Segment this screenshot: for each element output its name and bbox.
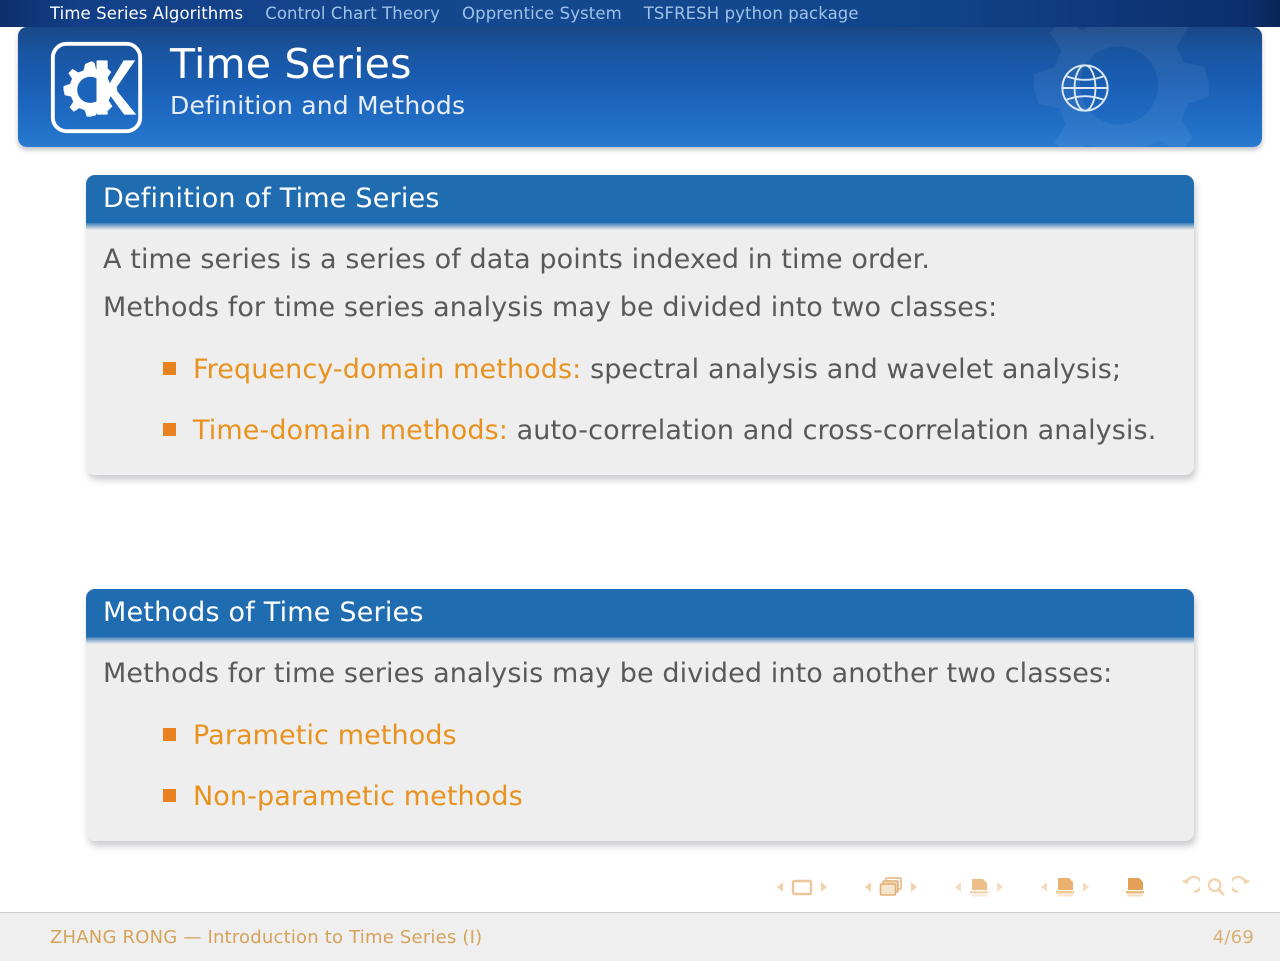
list-item-highlight: Non-parametic methods [193,781,523,813]
next-triangle-icon[interactable] [995,880,1006,894]
block-title-definition: Definition of Time Series [86,175,1194,224]
bullet-list-methods: Parametic methods Non-parametic methods [103,712,1172,821]
list-item-highlight: Time-domain methods: [193,415,508,447]
list-item: Time-domain methods: auto-correlation an… [163,407,1172,454]
section-navigation-bar: Time Series Algorithms Control Chart The… [0,0,1280,27]
header-text-group: Time Series Definition and Methods [170,39,1022,121]
slide-title: Time Series [170,40,412,88]
section-navigation-group [1038,876,1092,898]
search-icon[interactable] [1205,876,1227,898]
list-item-rest: spectral analysis and wavelet analysis; [581,354,1122,386]
footer-page-number: 4/69 [1212,926,1254,948]
slide-footer: ZHANG RONG — Introduction to Time Series… [0,912,1280,961]
list-item-highlight: Parametic methods [193,720,457,752]
list-item-rest: auto-correlation and cross-correlation a… [507,415,1157,447]
block-body-methods: Methods for time series analysis may be … [86,644,1194,841]
slide-navigation-group [774,877,830,897]
prev-triangle-icon[interactable] [1038,880,1049,894]
nav-section-time-series-algorithms[interactable]: Time Series Algorithms [50,4,243,23]
nav-section-tsfresh-python-package[interactable]: TSFRESH python package [644,4,859,23]
slide-subtitle: Definition and Methods [170,91,466,121]
block-body-definition: A time series is a series of data points… [86,230,1194,475]
bullet-square-icon [163,423,176,437]
block-methods-of-time-series: Methods of Time Series Methods for time … [86,589,1194,841]
paragraph: A time series is a series of data points… [103,244,931,276]
list-item: Frequency-domain methods: spectral analy… [163,346,1172,393]
bullet-square-icon [163,362,176,376]
subsection-icon[interactable] [968,876,990,898]
document-icon[interactable] [1124,876,1146,898]
history-navigation-group [1178,876,1254,898]
bullet-square-icon [163,789,176,803]
slide-header-panel: Time Series Definition and Methods [18,27,1262,147]
section-navigation-list: Time Series Algorithms Control Chart The… [0,4,859,23]
frame-icon[interactable] [878,876,904,898]
block-title-methods: Methods of Time Series [86,589,1194,638]
next-triangle-icon[interactable] [1081,880,1092,894]
subsection-navigation-group [952,876,1006,898]
slide-icon[interactable] [790,877,814,897]
prev-triangle-icon[interactable] [952,880,963,894]
prev-triangle-icon[interactable] [862,880,873,894]
frame-navigation-group [862,876,920,898]
back-icon[interactable] [1178,876,1200,898]
prev-triangle-icon[interactable] [774,880,785,894]
beamer-navigation-symbols [774,876,1254,898]
block-definition-of-time-series: Definition of Time Series A time series … [86,175,1194,475]
nav-section-control-chart-theory[interactable]: Control Chart Theory [265,4,440,23]
bullet-square-icon [163,728,176,742]
nav-section-opprentice-system[interactable]: Opprentice System [462,4,622,23]
list-item: Parametic methods [163,712,1172,759]
globe-icon [1061,64,1109,112]
kde-logo-icon [50,41,143,134]
list-item-highlight: Frequency-domain methods: [193,354,582,386]
footer-author-title: ZHANG RONG — Introduction to Time Series… [50,926,483,948]
list-item: Non-parametic methods [163,773,1172,820]
paragraph: Methods for time series analysis may be … [103,658,1113,690]
section-icon[interactable] [1054,876,1076,898]
bullet-list-definition: Frequency-domain methods: spectral analy… [103,346,1172,455]
forward-icon[interactable] [1232,876,1254,898]
next-triangle-icon[interactable] [819,880,830,894]
paragraph: Methods for time series analysis may be … [103,292,998,324]
slide-header: Time Series Definition and Methods [18,27,1262,147]
slide-content: Definition of Time Series A time series … [0,155,1280,873]
block-title-fade [86,223,1194,231]
next-triangle-icon[interactable] [909,880,920,894]
gear-watermark-icon [1033,27,1209,147]
block-title-fade [86,637,1194,645]
